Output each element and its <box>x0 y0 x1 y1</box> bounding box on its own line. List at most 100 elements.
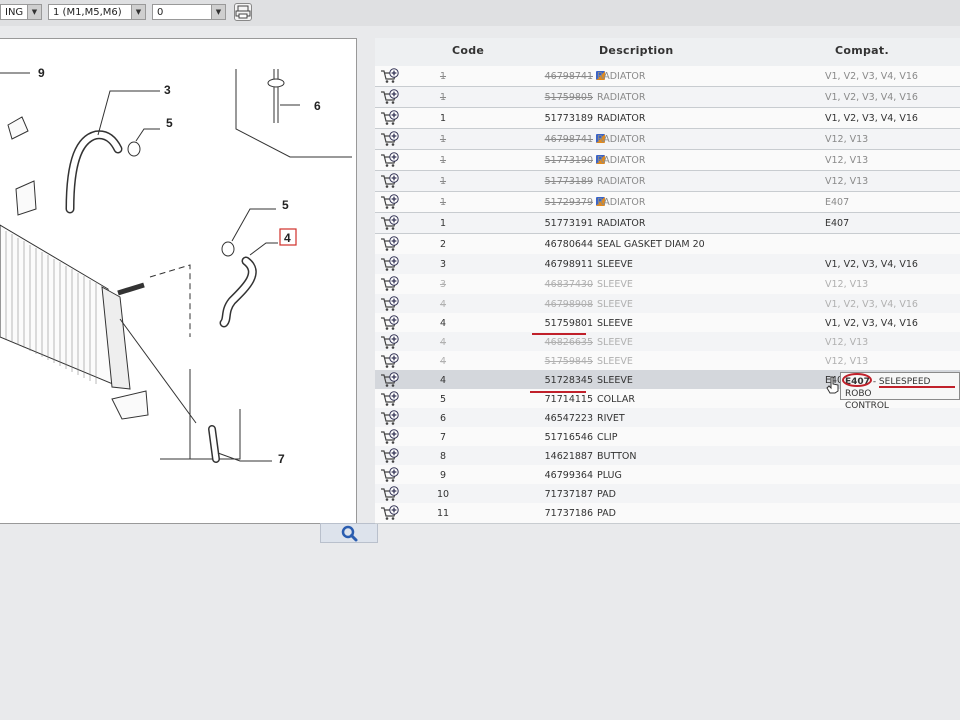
table-row[interactable]: 1 46798741 RADIATOR V12, V13 <box>375 129 960 150</box>
print-button[interactable] <box>234 3 252 21</box>
add-to-cart-icon[interactable] <box>380 353 400 369</box>
engine-select[interactable]: 1 (M1,M5,M6) ▼ <box>48 4 146 20</box>
row-part-code[interactable]: 71737186 <box>495 508 593 519</box>
row-position: 1 <box>439 92 447 103</box>
chevron-down-icon[interactable]: ▼ <box>131 5 145 19</box>
table-row[interactable]: 7 51716546 CLIP <box>375 427 960 448</box>
variant-select[interactable]: 0 ▼ <box>152 4 226 20</box>
row-part-code[interactable]: 51759845 <box>495 356 593 367</box>
add-to-cart-icon[interactable] <box>380 256 400 272</box>
add-to-cart-icon[interactable] <box>380 391 400 407</box>
table-row[interactable]: 8 14621887 BUTTON <box>375 446 960 467</box>
col-header-compat[interactable]: Compat. <box>835 44 889 57</box>
callout-5-bottom[interactable]: 5 <box>282 198 289 212</box>
add-to-cart-icon[interactable] <box>380 467 400 483</box>
row-part-code[interactable]: 46780644 <box>495 239 593 250</box>
add-to-cart-icon[interactable] <box>380 296 400 312</box>
table-row[interactable]: 3 46798911 SLEEVE V1, V2, V3, V4, V16 <box>375 254 960 275</box>
table-row[interactable]: 1 51773191 RADIATOR E407 <box>375 213 960 234</box>
add-to-cart-icon[interactable] <box>380 68 400 84</box>
row-part-code[interactable]: 14621887 <box>495 451 593 462</box>
row-part-code[interactable]: 51773191 <box>495 218 593 229</box>
table-row[interactable]: 1 51773189 RADIATOR V12, V13 <box>375 171 960 192</box>
callout-6[interactable]: 6 <box>314 99 321 113</box>
row-description: SLEEVE <box>597 299 633 310</box>
zoom-button[interactable] <box>320 523 378 543</box>
add-to-cart-icon[interactable] <box>380 89 400 105</box>
table-row[interactable]: 1 51729379 RADIATOR E407 <box>375 192 960 213</box>
table-row[interactable]: 1 51773189 RADIATOR V1, V2, V3, V4, V16 <box>375 108 960 129</box>
add-to-cart-icon[interactable] <box>380 194 400 210</box>
table-row[interactable]: 9 46799364 PLUG <box>375 465 960 486</box>
add-to-cart-icon[interactable] <box>380 334 400 350</box>
row-part-code[interactable]: 51759801 <box>495 318 593 329</box>
row-part-code[interactable]: 71737187 <box>495 489 593 500</box>
row-position: 10 <box>436 489 450 500</box>
row-compat: V1, V2, V3, V4, V16 <box>825 113 918 124</box>
col-header-description[interactable]: Description <box>599 44 673 57</box>
add-to-cart-icon[interactable] <box>380 315 400 331</box>
row-description: SLEEVE <box>597 318 633 329</box>
add-to-cart-icon[interactable] <box>380 448 400 464</box>
col-header-code[interactable]: Code <box>452 44 484 57</box>
chevron-down-icon[interactable]: ▼ <box>211 5 225 19</box>
table-row[interactable]: 11 71737186 PAD <box>375 503 960 524</box>
add-to-cart-icon[interactable] <box>380 131 400 147</box>
model-select[interactable]: ING ▼ <box>0 4 42 20</box>
add-to-cart-icon[interactable] <box>380 429 400 445</box>
row-part-code[interactable]: 51759805 <box>495 92 593 103</box>
row-part-code[interactable]: 46799364 <box>495 470 593 481</box>
add-to-cart-icon[interactable] <box>380 276 400 292</box>
table-row[interactable]: 2 46780644 SEAL GASKET DIAM 20 <box>375 234 960 255</box>
callout-9[interactable]: 9 <box>38 66 45 80</box>
row-part-code[interactable]: 46798908 <box>495 299 593 310</box>
table-row[interactable]: 4 46798908 SLEEVE V1, V2, V3, V4, V16 <box>375 294 960 315</box>
row-part-code[interactable]: 46547223 <box>495 413 593 424</box>
row-part-code[interactable]: 51773189 <box>495 113 593 124</box>
callout-7[interactable]: 7 <box>278 452 285 466</box>
parts-diagram[interactable]: 9 3 5 6 5 4 7 <box>0 38 357 524</box>
variant-select-value: 0 <box>157 7 164 18</box>
add-to-cart-icon[interactable] <box>380 410 400 426</box>
row-part-code[interactable]: 71714115 <box>495 394 593 405</box>
table-row[interactable]: 1 46798741 RADIATOR V1, V2, V3, V4, V16 <box>375 66 960 87</box>
printer-icon <box>235 5 251 19</box>
row-part-code[interactable]: 51773190 <box>495 155 593 166</box>
table-row[interactable]: 4 51759845 SLEEVE V12, V13 <box>375 351 960 372</box>
add-to-cart-icon[interactable] <box>380 486 400 502</box>
table-row[interactable]: 3 46837430 SLEEVE V12, V13 <box>375 274 960 295</box>
add-to-cart-icon[interactable] <box>380 152 400 168</box>
callout-4[interactable]: 4 <box>284 231 291 245</box>
row-part-code[interactable]: 51773189 <box>495 176 593 187</box>
table-row[interactable]: 10 71737187 PAD <box>375 484 960 505</box>
row-part-code[interactable]: 46837430 <box>495 279 593 290</box>
row-description: SLEEVE <box>597 356 633 367</box>
callout-3[interactable]: 3 <box>164 83 171 97</box>
table-row[interactable]: 4 46826635 SLEEVE V12, V13 <box>375 332 960 353</box>
row-position: 4 <box>439 375 447 386</box>
row-part-code[interactable]: 46798911 <box>495 259 593 270</box>
row-part-code[interactable]: 51716546 <box>495 432 593 443</box>
row-part-code[interactable]: 51729379 <box>495 197 593 208</box>
row-description: COLLAR <box>597 394 636 405</box>
add-to-cart-icon[interactable] <box>380 505 400 521</box>
add-to-cart-icon[interactable] <box>380 173 400 189</box>
table-row[interactable]: 1 51759805 RADIATOR V1, V2, V3, V4, V16 <box>375 87 960 108</box>
add-to-cart-icon[interactable] <box>380 236 400 252</box>
callout-5-top[interactable]: 5 <box>166 116 173 130</box>
add-to-cart-icon[interactable] <box>380 372 400 388</box>
row-description: SLEEVE <box>597 259 633 270</box>
row-position: 1 <box>439 155 447 166</box>
chevron-down-icon[interactable]: ▼ <box>27 5 41 19</box>
table-row[interactable]: 4 51759801 SLEEVE V1, V2, V3, V4, V16 <box>375 313 960 334</box>
row-part-code[interactable]: 46826635 <box>495 337 593 348</box>
table-row[interactable]: 1 51773190 RADIATOR V12, V13 <box>375 150 960 171</box>
row-description: SLEEVE <box>597 337 633 348</box>
add-to-cart-icon[interactable] <box>380 110 400 126</box>
row-part-code[interactable]: 51728345 <box>495 375 593 386</box>
row-position: 1 <box>439 71 447 82</box>
row-part-code[interactable]: 46798741 <box>495 134 593 145</box>
add-to-cart-icon[interactable] <box>380 215 400 231</box>
row-part-code[interactable]: 46798741 <box>495 71 593 82</box>
compat-tooltip: E407 - SELESPEED ROBO CONTROL <box>840 372 960 411</box>
